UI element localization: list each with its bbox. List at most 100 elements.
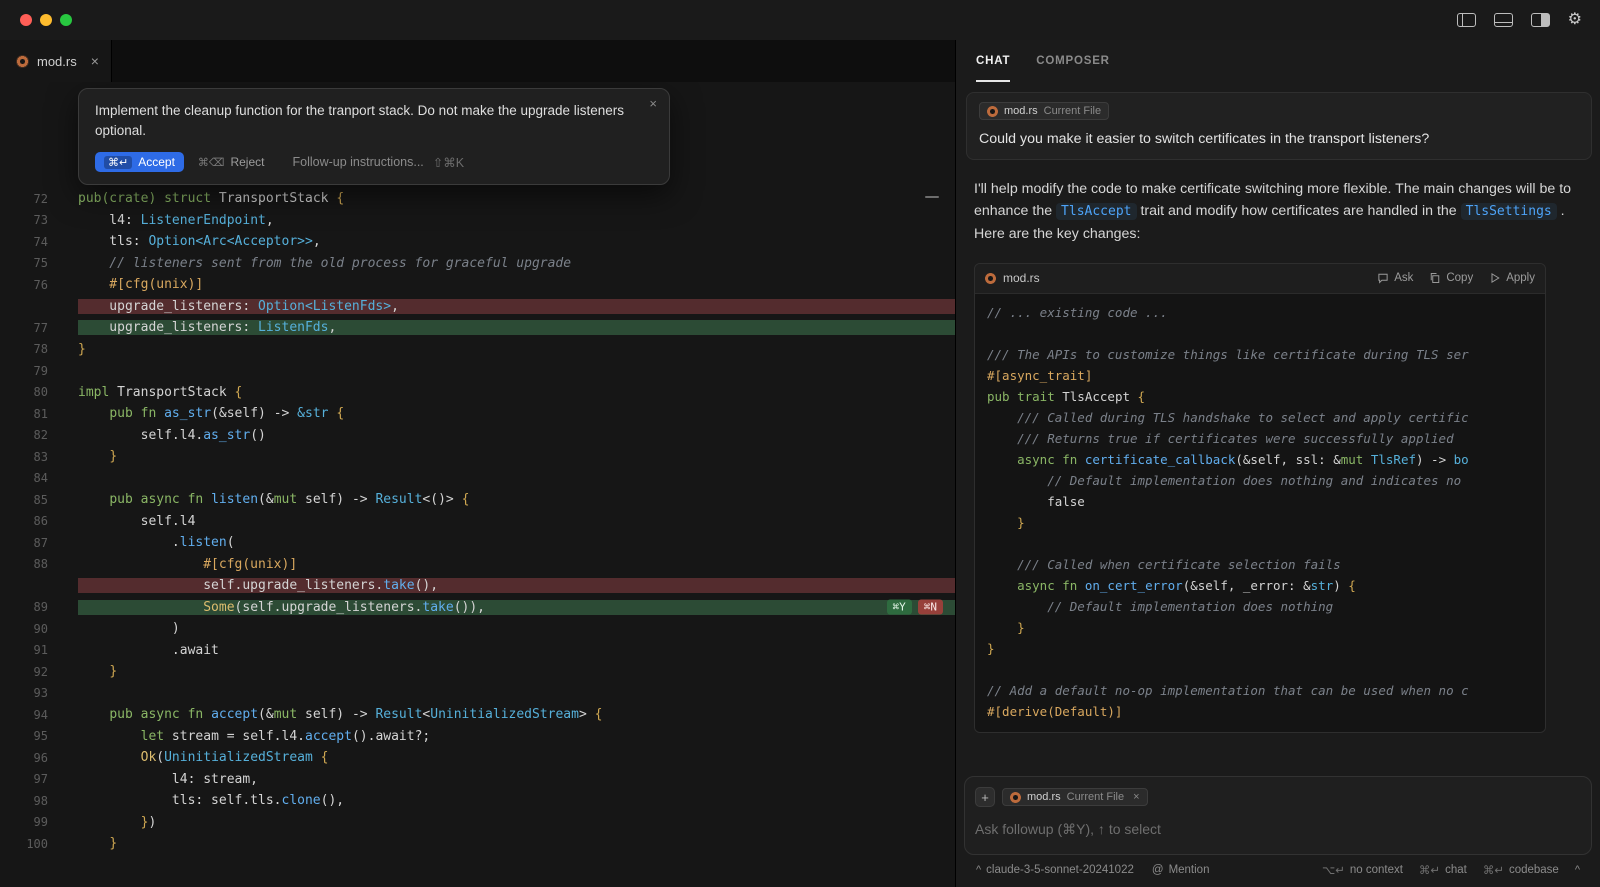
user-message: mod.rs Current File Could you make it ea… bbox=[966, 92, 1592, 160]
diff-reject-badge[interactable]: ⌘N bbox=[918, 600, 943, 615]
context-chip[interactable]: mod.rs Current File bbox=[979, 102, 1109, 120]
inline-diff-collapse-dash[interactable] bbox=[925, 196, 939, 198]
code-line[interactable]: #[derive(Default)] bbox=[987, 701, 1533, 722]
code-line[interactable]: 81 pub fn as_str(&self) -> &str { bbox=[0, 403, 955, 425]
code-line[interactable]: 96 Ok(UninitializedStream { bbox=[0, 747, 955, 769]
copy-button[interactable]: Copy bbox=[1429, 272, 1473, 284]
diff-added-line[interactable]: 89 Some(self.upgrade_listeners.take()),⌘… bbox=[0, 597, 955, 619]
code-line[interactable]: // Default implementation does nothing bbox=[987, 596, 1533, 617]
code-line[interactable]: false bbox=[987, 491, 1533, 512]
tab-composer[interactable]: COMPOSER bbox=[1036, 55, 1110, 82]
code-line[interactable]: 86 self.l4 bbox=[0, 511, 955, 533]
add-context-button[interactable]: + bbox=[975, 787, 995, 807]
minimize-window-button[interactable] bbox=[40, 14, 52, 26]
diff-accept-badge[interactable]: ⌘Y bbox=[887, 600, 912, 615]
code-token: // ... existing code ... bbox=[987, 305, 1168, 320]
code-line[interactable]: 85 pub async fn listen(&mut self) -> Res… bbox=[0, 489, 955, 511]
tab-close-icon[interactable]: × bbox=[91, 53, 99, 69]
tab-chat[interactable]: CHAT bbox=[976, 55, 1010, 82]
code-line[interactable]: /// Called during TLS handshake to selec… bbox=[987, 407, 1533, 428]
code-text: pub fn as_str(&self) -> &str { bbox=[78, 406, 955, 421]
code-line[interactable]: 95 let stream = self.l4.accept().await?; bbox=[0, 726, 955, 748]
code-token: Result bbox=[375, 492, 422, 507]
code-line[interactable]: 82 self.l4.as_str() bbox=[0, 425, 955, 447]
code-line[interactable]: // ... existing code ... bbox=[987, 302, 1533, 323]
code-line[interactable]: 93 bbox=[0, 683, 955, 705]
code-line[interactable]: async fn certificate_callback(&self, ssl… bbox=[987, 449, 1533, 470]
ask-button[interactable]: Ask bbox=[1377, 272, 1413, 284]
diff-removed-line[interactable]: upgrade_listeners: Option<ListenFds>, bbox=[0, 296, 955, 318]
code-line[interactable]: 97 l4: stream, bbox=[0, 769, 955, 791]
toggle-right-sidebar-icon[interactable] bbox=[1531, 13, 1550, 27]
code-line[interactable] bbox=[987, 659, 1533, 680]
code-token: . bbox=[78, 535, 180, 550]
code-line[interactable]: 98 tls: self.tls.clone(), bbox=[0, 790, 955, 812]
code-line[interactable]: #[async_trait] bbox=[987, 365, 1533, 386]
code-line[interactable]: /// The APIs to customize things like ce… bbox=[987, 344, 1533, 365]
code-line[interactable] bbox=[987, 533, 1533, 554]
toggle-left-sidebar-icon[interactable] bbox=[1457, 13, 1476, 27]
apply-button[interactable]: Apply bbox=[1489, 272, 1535, 284]
code-line[interactable]: pub trait TlsAccept { bbox=[987, 386, 1533, 407]
code-line[interactable]: 75 // listeners sent from the old proces… bbox=[0, 253, 955, 275]
diff-added-line[interactable]: 77 upgrade_listeners: ListenFds, bbox=[0, 317, 955, 339]
code-line[interactable]: } bbox=[987, 617, 1533, 638]
reject-button[interactable]: ⌘⌫ Reject bbox=[198, 155, 265, 169]
collapse-chevron-icon[interactable]: ^ bbox=[1575, 864, 1580, 876]
code-token: #[derive(Default)] bbox=[987, 704, 1122, 719]
code-line[interactable]: 99 }) bbox=[0, 812, 955, 834]
code-line[interactable]: 90 ) bbox=[0, 618, 955, 640]
codebase-submit-button[interactable]: ⌘↵ codebase bbox=[1483, 863, 1559, 877]
code-line[interactable]: } bbox=[987, 512, 1533, 533]
toggle-bottom-panel-icon[interactable] bbox=[1494, 13, 1513, 27]
code-line[interactable]: 76 #[cfg(unix)] bbox=[0, 274, 955, 296]
code-line[interactable]: 80impl TransportStack { bbox=[0, 382, 955, 404]
zoom-window-button[interactable] bbox=[60, 14, 72, 26]
code-token bbox=[78, 729, 141, 744]
code-line[interactable]: 74 tls: Option<Arc<Acceptor>>, bbox=[0, 231, 955, 253]
codebase-label: codebase bbox=[1509, 864, 1559, 876]
code-token bbox=[203, 492, 211, 507]
composer-input-box[interactable]: + mod.rs Current File × Ask followup (⌘Y… bbox=[964, 776, 1592, 855]
code-line[interactable]: // Add a default no-op implementation th… bbox=[987, 680, 1533, 701]
code-line[interactable]: 84 bbox=[0, 468, 955, 490]
code-line[interactable]: /// Returns true if certificates were su… bbox=[987, 428, 1533, 449]
code-token: /// The APIs to customize things like ce… bbox=[987, 347, 1469, 362]
accept-button[interactable]: ⌘↵ Accept bbox=[95, 152, 184, 172]
line-number: 72 bbox=[0, 192, 78, 206]
code-line[interactable] bbox=[987, 323, 1533, 344]
diff-removed-line[interactable]: self.upgrade_listeners.take(), bbox=[0, 575, 955, 597]
chat-submit-button[interactable]: ⌘↵ chat bbox=[1419, 863, 1467, 877]
code-line[interactable]: 87 .listen( bbox=[0, 532, 955, 554]
context-chip[interactable]: mod.rs Current File × bbox=[1002, 788, 1148, 806]
code-text: } bbox=[78, 836, 955, 851]
code-line[interactable]: // Default implementation does nothing a… bbox=[987, 470, 1533, 491]
editor-code-area[interactable]: 72pub(crate) struct TransportStack {73 l… bbox=[0, 82, 955, 855]
mention-button[interactable]: @ Mention bbox=[1152, 864, 1210, 876]
code-line[interactable]: 78} bbox=[0, 339, 955, 361]
code-token bbox=[78, 815, 141, 830]
code-line[interactable]: 72pub(crate) struct TransportStack { bbox=[0, 188, 955, 210]
no-context-toggle[interactable]: ⌥↵ no context bbox=[1322, 863, 1403, 877]
code-line[interactable]: 100 } bbox=[0, 833, 955, 855]
code-line[interactable]: 83 } bbox=[0, 446, 955, 468]
code-line[interactable]: 79 bbox=[0, 360, 955, 382]
code-line[interactable]: } bbox=[987, 638, 1533, 659]
close-window-button[interactable] bbox=[20, 14, 32, 26]
model-selector[interactable]: ^ claude-3-5-sonnet-20241022 bbox=[976, 864, 1134, 876]
code-line[interactable]: /// Called when certificate selection fa… bbox=[987, 554, 1533, 575]
chip-close-icon[interactable]: × bbox=[1133, 791, 1139, 803]
prompt-close-icon[interactable]: × bbox=[649, 96, 657, 111]
tab-mod-rs[interactable]: mod.rs × bbox=[0, 40, 112, 82]
code-token bbox=[78, 836, 109, 851]
code-line[interactable]: async fn on_cert_error(&self, _error: &s… bbox=[987, 575, 1533, 596]
code-line[interactable]: 92 } bbox=[0, 661, 955, 683]
followup-instructions-input[interactable]: Follow-up instructions... ⇧⌘K bbox=[292, 155, 464, 170]
code-line[interactable]: 94 pub async fn accept(&mut self) -> Res… bbox=[0, 704, 955, 726]
code-line[interactable]: 91 .await bbox=[0, 640, 955, 662]
code-line[interactable]: 88 #[cfg(unix)] bbox=[0, 554, 955, 576]
code-line[interactable]: 73 l4: ListenerEndpoint, bbox=[0, 210, 955, 232]
code-token: /// Called during TLS handshake to selec… bbox=[987, 410, 1469, 425]
settings-gear-icon[interactable]: ⚙ bbox=[1568, 12, 1582, 28]
code-token: , bbox=[328, 320, 336, 335]
